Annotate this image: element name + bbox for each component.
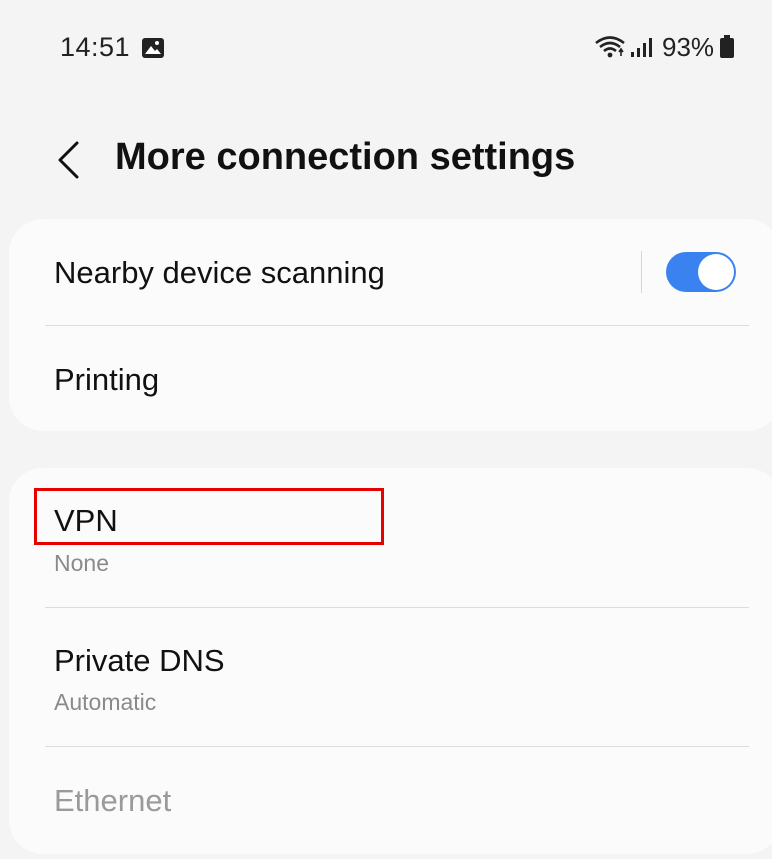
printing-label: Printing: [54, 362, 160, 397]
status-time: 14:51: [60, 32, 131, 62]
signal-icon: [631, 38, 652, 57]
status-bar: 14:51 93%: [0, 0, 772, 96]
settings-group-1: Nearby device scanning Printing: [9, 219, 772, 431]
toggle-knob: [698, 254, 734, 290]
page-title: More connection settings: [115, 136, 576, 178]
list-item-nearby-device-scanning[interactable]: Nearby device scanning: [9, 219, 772, 325]
private-dns-label: Private DNS: [54, 643, 225, 678]
vpn-status: None: [54, 550, 109, 576]
app-header: More connection settings: [0, 110, 772, 210]
gallery-icon: [142, 38, 164, 58]
nearby-device-scanning-label: Nearby device scanning: [54, 255, 385, 290]
battery-percent: 93%: [662, 32, 715, 62]
list-item-private-dns[interactable]: Private DNS Automatic: [9, 608, 772, 746]
highlight-box: [34, 488, 384, 545]
battery-icon: [720, 35, 734, 58]
list-item-printing[interactable]: Printing: [9, 326, 772, 431]
wifi-icon: [595, 36, 625, 58]
vertical-divider: [641, 251, 642, 293]
back-button[interactable]: [46, 132, 90, 188]
list-item-ethernet: Ethernet: [9, 747, 772, 854]
nearby-device-scanning-toggle[interactable]: [666, 252, 736, 292]
private-dns-status: Automatic: [54, 689, 157, 715]
chevron-left-icon: [58, 141, 79, 179]
ethernet-label: Ethernet: [54, 783, 172, 818]
